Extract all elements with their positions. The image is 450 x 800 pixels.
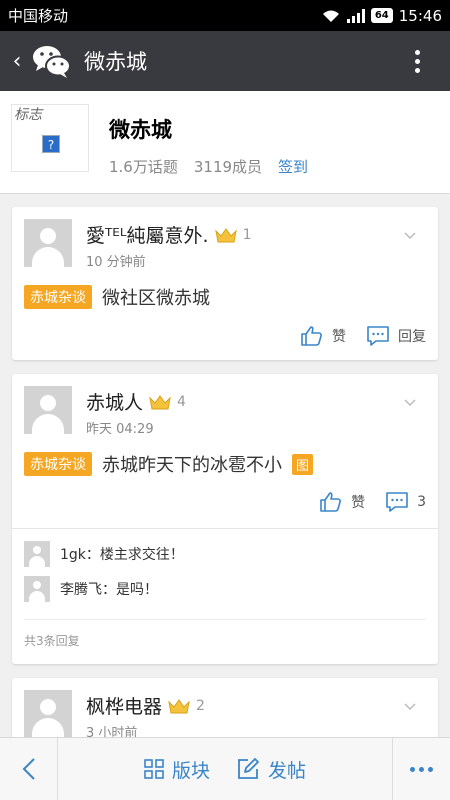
signal-icon bbox=[346, 8, 365, 23]
boards-label: 版块 bbox=[171, 759, 210, 782]
post-card[interactable]: 赤城人 4 昨天 04:29 赤城杂谈 赤城昨天下的冰雹不小 图 赞 3 1gk… bbox=[12, 374, 438, 664]
community-name: 微赤城 bbox=[109, 118, 172, 142]
boards-button[interactable]: 版块 bbox=[144, 756, 210, 783]
dot-icon bbox=[419, 766, 424, 772]
overflow-menu-button[interactable] bbox=[402, 49, 432, 73]
author-name[interactable]: 愛ᵀᴱᴸ純屬意外. bbox=[86, 221, 209, 248]
new-post-label: 发帖 bbox=[268, 759, 307, 782]
community-stats: 1.6万话题 3119成员 签到 bbox=[109, 156, 308, 177]
comment-icon bbox=[386, 492, 408, 512]
edit-icon bbox=[238, 758, 259, 779]
user-level: 2 bbox=[196, 697, 205, 714]
page-title: 微赤城 bbox=[84, 50, 147, 74]
reply-list: 1gk：楼主求交往！ 李腾飞：是吗！ 共3条回复 bbox=[12, 528, 438, 664]
avatar[interactable] bbox=[24, 690, 72, 738]
category-tag[interactable]: 赤城杂谈 bbox=[24, 285, 92, 309]
avatar[interactable] bbox=[24, 219, 72, 267]
more-button[interactable] bbox=[392, 738, 450, 800]
topic-count: 1.6万话题 bbox=[109, 158, 178, 176]
community-logo[interactable]: 标志 ? bbox=[11, 104, 89, 172]
author-name[interactable]: 赤城人 bbox=[86, 388, 143, 415]
reply-text: 李腾飞：是吗！ bbox=[60, 582, 158, 598]
divider bbox=[24, 619, 426, 620]
bottom-toolbar: 版块 发帖 bbox=[0, 737, 450, 800]
reply-label: 回复 bbox=[398, 329, 426, 345]
reply-text: 1gk：楼主求交往！ bbox=[60, 547, 184, 563]
signin-button[interactable]: 签到 bbox=[278, 156, 308, 177]
thumbs-up-icon bbox=[320, 492, 341, 512]
chevron-down-icon[interactable] bbox=[404, 700, 416, 712]
list-item[interactable]: 1gk：楼主求交往！ bbox=[24, 541, 184, 567]
reply-total-link[interactable]: 共3条回复 bbox=[24, 632, 80, 649]
chevron-down-icon[interactable] bbox=[404, 229, 416, 241]
avatar[interactable] bbox=[24, 576, 50, 602]
comment-icon bbox=[367, 326, 389, 346]
like-button[interactable]: 赞 bbox=[300, 324, 346, 348]
post-text[interactable]: 赤城昨天下的冰雹不小 bbox=[102, 451, 282, 477]
post-text[interactable]: 微社区微赤城 bbox=[102, 284, 210, 310]
post-time: 10 分钟前 bbox=[86, 255, 146, 270]
like-button[interactable]: 赞 bbox=[319, 490, 365, 514]
like-label: 赞 bbox=[351, 495, 366, 511]
wechat-icon bbox=[33, 46, 71, 78]
logo-alt-text: 标志 bbox=[14, 107, 42, 123]
user-level: 1 bbox=[242, 226, 252, 243]
like-label: 赞 bbox=[332, 329, 346, 345]
crown-icon bbox=[149, 394, 171, 409]
community-header: 标志 ? 微赤城 1.6万话题 3119成员 签到 bbox=[0, 91, 450, 194]
dot-icon bbox=[414, 67, 420, 73]
carrier-label: 中国移动 bbox=[8, 7, 69, 25]
reply-button[interactable]: 3 bbox=[385, 490, 426, 514]
image-badge: 图 bbox=[292, 453, 314, 475]
reply-count: 3 bbox=[417, 494, 426, 510]
author-name[interactable]: 枫桦电器 bbox=[86, 692, 162, 719]
dot-icon bbox=[428, 766, 433, 772]
broken-image-icon: ? bbox=[42, 135, 60, 153]
crown-icon bbox=[214, 227, 237, 242]
chevron-down-icon[interactable] bbox=[404, 396, 416, 408]
reply-button[interactable]: 回复 bbox=[366, 324, 426, 348]
category-tag[interactable]: 赤城杂谈 bbox=[24, 452, 92, 476]
clock: 15:46 bbox=[398, 6, 442, 25]
crown-icon bbox=[168, 698, 190, 713]
user-level: 4 bbox=[177, 393, 186, 410]
grid-icon bbox=[144, 759, 164, 779]
status-bar: 中国移动 64 15:46 bbox=[0, 0, 450, 31]
post-time: 昨天 04:29 bbox=[86, 422, 154, 437]
wifi-icon bbox=[322, 10, 339, 22]
new-post-button[interactable]: 发帖 bbox=[236, 756, 306, 783]
chevron-left-icon bbox=[22, 758, 35, 780]
list-item[interactable]: 李腾飞：是吗！ bbox=[24, 576, 158, 602]
battery-icon: 64 bbox=[370, 8, 393, 23]
back-button[interactable]: ‹ bbox=[6, 49, 28, 74]
thumbs-up-icon bbox=[301, 326, 322, 346]
post-card[interactable]: 愛ᵀᴱᴸ純屬意外. 1 10 分钟前 赤城杂谈 微社区微赤城 赞 回复 bbox=[12, 207, 438, 360]
dot-icon bbox=[410, 766, 415, 772]
dot-icon bbox=[414, 58, 420, 64]
back-button[interactable] bbox=[0, 738, 58, 800]
title-bar: ‹ 微赤城 bbox=[0, 31, 450, 91]
avatar[interactable] bbox=[24, 386, 72, 434]
dot-icon bbox=[414, 49, 420, 55]
avatar[interactable] bbox=[24, 541, 50, 567]
member-count: 3119成员 bbox=[193, 158, 263, 176]
